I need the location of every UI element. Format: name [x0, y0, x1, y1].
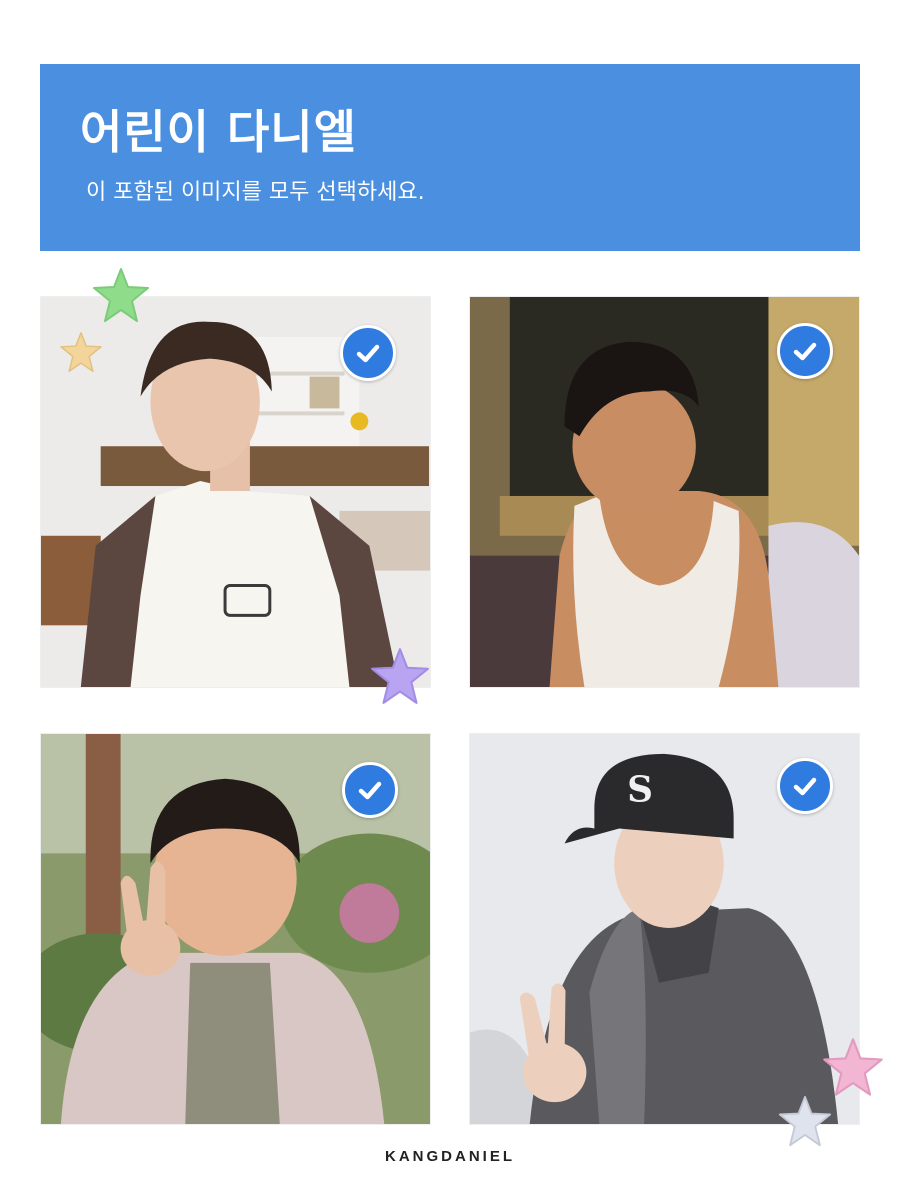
svg-text:S: S: [627, 769, 653, 811]
checkmark-selected-4[interactable]: [777, 758, 833, 814]
checkmark-selected-1[interactable]: [340, 325, 396, 381]
captcha-instruction: 이 포함된 이미지를 모두 선택하세요.: [86, 180, 425, 205]
image-tile-4[interactable]: S: [469, 733, 860, 1125]
brand-footer: KANGDANIEL: [385, 1148, 515, 1165]
image-tile-2[interactable]: [469, 296, 860, 688]
captcha-title: 어린이 다니엘: [80, 105, 357, 159]
check-icon: [356, 344, 380, 363]
star-icon: [371, 648, 429, 704]
check-icon: [358, 781, 382, 800]
checkmark-selected-2[interactable]: [777, 323, 833, 379]
check-icon: [793, 342, 817, 361]
captcha-header: 어린이 다니엘 이 포함된 이미지를 모두 선택하세요.: [40, 64, 860, 251]
star-icon: [93, 268, 149, 322]
star-icon: [823, 1038, 883, 1096]
star-icon: [778, 1095, 832, 1147]
image-tile-3[interactable]: [40, 733, 431, 1125]
check-icon: [793, 777, 817, 796]
checkmark-selected-3[interactable]: [342, 762, 398, 818]
star-icon: [60, 331, 102, 373]
